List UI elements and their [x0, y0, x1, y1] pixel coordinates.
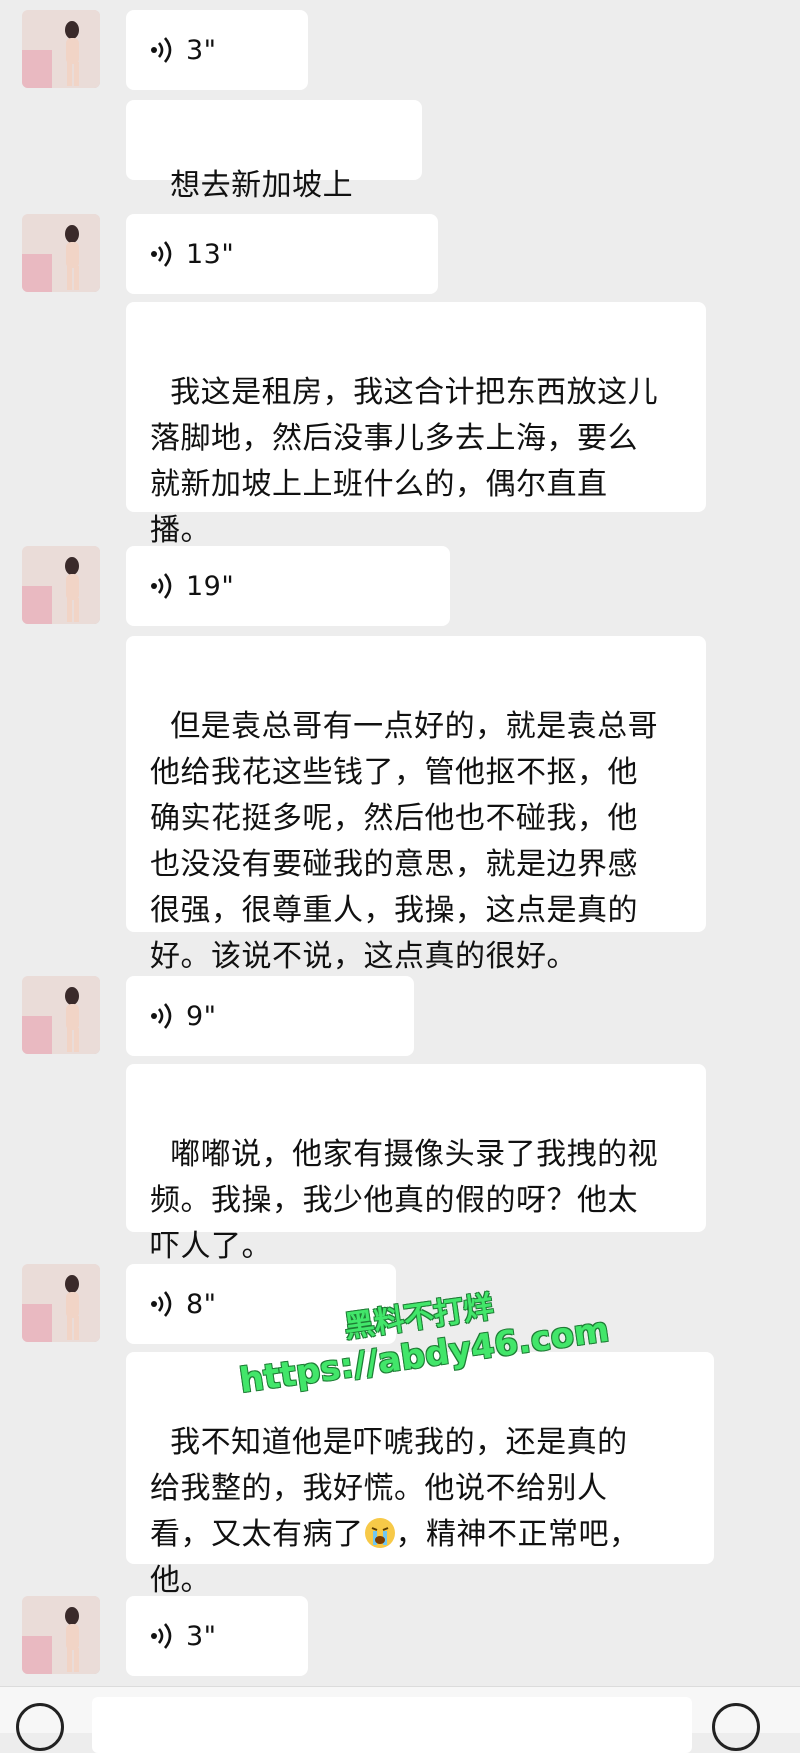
- transcript-text: 我这是租房，我这合计把东西放这儿 落脚地，然后没事儿多去上海，要么 就新加坡上上…: [150, 375, 659, 548]
- voice-message-bubble[interactable]: 8": [126, 1264, 396, 1344]
- transcript-text: 但是袁总哥有一点好的，就是袁总哥 他给我花这些钱了，管他抠不抠，他 确实花挺多呢…: [150, 709, 659, 974]
- voice-duration: 3": [186, 1620, 217, 1652]
- voice-duration: 9": [186, 1000, 217, 1032]
- voice-message-bubble[interactable]: 3": [126, 10, 308, 90]
- voice-transcript-bubble[interactable]: 嘟嘟说，他家有摄像头录了我拽的视 频。我操，我少他真的假的呀？他太 吓人了。: [126, 1064, 706, 1264]
- voice-message-bubble[interactable]: 19": [126, 546, 450, 626]
- avatar-photo-icon: [22, 1264, 100, 1342]
- sender-avatar[interactable]: [22, 10, 100, 88]
- crying-face-emoji-icon: [364, 1518, 395, 1548]
- message-input[interactable]: [92, 1697, 692, 1753]
- sender-avatar[interactable]: [22, 214, 100, 292]
- voice-duration: 19": [186, 570, 235, 602]
- voice-transcript-bubble[interactable]: 想去新加坡上班。: [126, 100, 422, 249]
- chat-input-bar: [0, 1686, 800, 1753]
- voice-message-bubble[interactable]: 13": [126, 214, 438, 294]
- transcript-text: 嘟嘟说，他家有摄像头录了我拽的视 频。我操，我少他真的假的呀？他太 吓人了。: [150, 1137, 659, 1264]
- sound-wave-icon: [151, 241, 172, 267]
- sound-wave-icon: [151, 1623, 172, 1649]
- sender-avatar[interactable]: [22, 546, 100, 624]
- sound-wave-icon: [151, 37, 172, 63]
- voice-mode-icon[interactable]: [16, 1703, 64, 1751]
- voice-transcript-bubble[interactable]: 我不知道他是吓唬我的，还是真的 给我整的，我好慌。他说不给别人 看，又太有病了 …: [126, 1352, 714, 1598]
- sender-avatar[interactable]: [22, 976, 100, 1054]
- voice-duration: 13": [186, 238, 235, 270]
- voice-duration: 8": [186, 1288, 217, 1320]
- voice-transcript-bubble[interactable]: 我这是租房，我这合计把东西放这儿 落脚地，然后没事儿多去上海，要么 就新加坡上上…: [126, 302, 706, 548]
- voice-message-bubble[interactable]: 9": [126, 976, 414, 1056]
- voice-duration: 3": [186, 34, 217, 66]
- voice-transcript-bubble[interactable]: 但是袁总哥有一点好的，就是袁总哥 他给我花这些钱了，管他抠不抠，他 确实花挺多呢…: [126, 636, 706, 974]
- avatar-photo-icon: [22, 546, 100, 624]
- emoji-icon[interactable]: [712, 1703, 760, 1751]
- avatar-photo-icon: [22, 10, 100, 88]
- sender-avatar[interactable]: [22, 1596, 100, 1674]
- sound-wave-icon: [151, 1291, 172, 1317]
- sound-wave-icon: [151, 573, 172, 599]
- voice-message-bubble[interactable]: 3": [126, 1596, 308, 1676]
- sender-avatar[interactable]: [22, 1264, 100, 1342]
- avatar-photo-icon: [22, 214, 100, 292]
- avatar-photo-icon: [22, 1596, 100, 1674]
- avatar-photo-icon: [22, 976, 100, 1054]
- sound-wave-icon: [151, 1003, 172, 1029]
